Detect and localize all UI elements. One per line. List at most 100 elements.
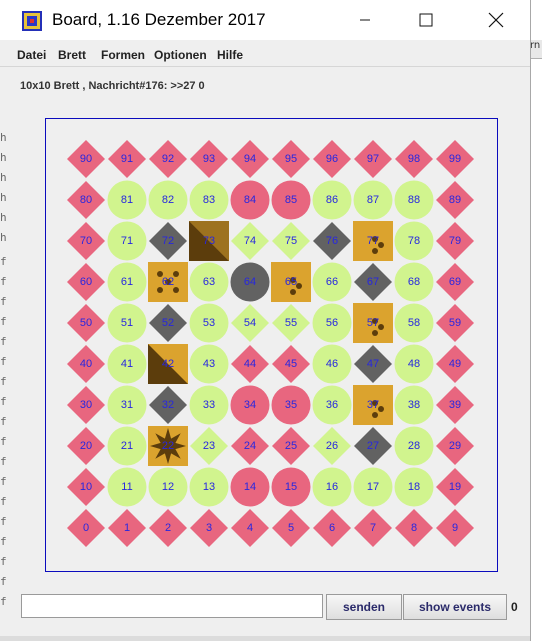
board-cell-80[interactable]: 80 xyxy=(66,180,106,220)
board-cell-69[interactable]: 69 xyxy=(435,262,475,302)
board-cell-59[interactable]: 59 xyxy=(435,303,475,343)
board-cell-62[interactable]: 62 xyxy=(148,262,188,302)
board-cell-50[interactable]: 50 xyxy=(66,303,106,343)
board-cell-86[interactable]: 86 xyxy=(312,180,352,220)
board-cell-76[interactable]: 76 xyxy=(312,221,352,261)
board-cell-45[interactable]: 45 xyxy=(271,344,311,384)
menu-hilfe[interactable]: Hilfe xyxy=(217,48,243,62)
board-cell-72[interactable]: 72 xyxy=(148,221,188,261)
board-cell-49[interactable]: 49 xyxy=(435,344,475,384)
board-cell-61[interactable]: 61 xyxy=(107,262,147,302)
board-cell-6[interactable]: 6 xyxy=(312,508,352,548)
board-cell-4[interactable]: 4 xyxy=(230,508,270,548)
board-cell-1[interactable]: 1 xyxy=(107,508,147,548)
board-cell-87[interactable]: 87 xyxy=(353,180,393,220)
board-cell-92[interactable]: 92 xyxy=(148,139,188,179)
board-cell-53[interactable]: 53 xyxy=(189,303,229,343)
board-cell-10[interactable]: 10 xyxy=(66,467,106,507)
board-cell-77[interactable]: 77 xyxy=(353,221,393,261)
board-cell-22[interactable]: 22 xyxy=(148,426,188,466)
board-cell-8[interactable]: 8 xyxy=(394,508,434,548)
close-button[interactable] xyxy=(473,0,519,40)
board-cell-25[interactable]: 25 xyxy=(271,426,311,466)
board-cell-23[interactable]: 23 xyxy=(189,426,229,466)
board-cell-39[interactable]: 39 xyxy=(435,385,475,425)
board-cell-32[interactable]: 32 xyxy=(148,385,188,425)
board-cell-9[interactable]: 9 xyxy=(435,508,475,548)
board-cell-97[interactable]: 97 xyxy=(353,139,393,179)
board-cell-51[interactable]: 51 xyxy=(107,303,147,343)
board-cell-93[interactable]: 93 xyxy=(189,139,229,179)
board-cell-43[interactable]: 43 xyxy=(189,344,229,384)
show-events-button[interactable]: show events xyxy=(403,594,507,620)
menu-datei[interactable]: Datei xyxy=(17,48,46,62)
board-cell-28[interactable]: 28 xyxy=(394,426,434,466)
menu-optionen[interactable]: Optionen xyxy=(154,48,207,62)
board-cell-38[interactable]: 38 xyxy=(394,385,434,425)
board-cell-68[interactable]: 68 xyxy=(394,262,434,302)
board-cell-70[interactable]: 70 xyxy=(66,221,106,261)
board-cell-85[interactable]: 85 xyxy=(271,180,311,220)
board-cell-98[interactable]: 98 xyxy=(394,139,434,179)
board-cell-74[interactable]: 74 xyxy=(230,221,270,261)
board-cell-29[interactable]: 29 xyxy=(435,426,475,466)
board-cell-44[interactable]: 44 xyxy=(230,344,270,384)
board-cell-48[interactable]: 48 xyxy=(394,344,434,384)
board-cell-99[interactable]: 99 xyxy=(435,139,475,179)
board-cell-26[interactable]: 26 xyxy=(312,426,352,466)
board-cell-78[interactable]: 78 xyxy=(394,221,434,261)
board-cell-63[interactable]: 63 xyxy=(189,262,229,302)
board-cell-41[interactable]: 41 xyxy=(107,344,147,384)
board-cell-21[interactable]: 21 xyxy=(107,426,147,466)
board-cell-18[interactable]: 18 xyxy=(394,467,434,507)
board-cell-16[interactable]: 16 xyxy=(312,467,352,507)
board-cell-60[interactable]: 60 xyxy=(66,262,106,302)
board-cell-40[interactable]: 40 xyxy=(66,344,106,384)
board-cell-89[interactable]: 89 xyxy=(435,180,475,220)
board-cell-3[interactable]: 3 xyxy=(189,508,229,548)
board-cell-15[interactable]: 15 xyxy=(271,467,311,507)
board-cell-90[interactable]: 90 xyxy=(66,139,106,179)
message-input[interactable] xyxy=(21,594,323,618)
board-cell-64[interactable]: 64 xyxy=(230,262,270,302)
board-cell-66[interactable]: 66 xyxy=(312,262,352,302)
board-cell-55[interactable]: 55 xyxy=(271,303,311,343)
board-cell-88[interactable]: 88 xyxy=(394,180,434,220)
menu-brett[interactable]: Brett xyxy=(58,48,86,62)
title-bar[interactable]: Board, 1.16 Dezember 2017 xyxy=(0,0,530,40)
board-cell-37[interactable]: 37 xyxy=(353,385,393,425)
game-board[interactable]: 90 91 92 93 94 95 96 97 98 99 80 81 82 83 84 85 86 87 88 89… xyxy=(46,119,497,571)
board-cell-91[interactable]: 91 xyxy=(107,139,147,179)
board-cell-82[interactable]: 82 xyxy=(148,180,188,220)
board-cell-95[interactable]: 95 xyxy=(271,139,311,179)
board-cell-30[interactable]: 30 xyxy=(66,385,106,425)
board-cell-19[interactable]: 19 xyxy=(435,467,475,507)
board-cell-27[interactable]: 27 xyxy=(353,426,393,466)
board-cell-84[interactable]: 84 xyxy=(230,180,270,220)
board-cell-5[interactable]: 5 xyxy=(271,508,311,548)
board-cell-35[interactable]: 35 xyxy=(271,385,311,425)
minimize-button[interactable] xyxy=(342,0,388,40)
board-cell-13[interactable]: 13 xyxy=(189,467,229,507)
board-cell-14[interactable]: 14 xyxy=(230,467,270,507)
board-cell-36[interactable]: 36 xyxy=(312,385,352,425)
board-cell-81[interactable]: 81 xyxy=(107,180,147,220)
send-button[interactable]: senden xyxy=(326,594,402,620)
board-cell-52[interactable]: 52 xyxy=(148,303,188,343)
board-cell-0[interactable]: 0 xyxy=(66,508,106,548)
board-cell-31[interactable]: 31 xyxy=(107,385,147,425)
board-cell-46[interactable]: 46 xyxy=(312,344,352,384)
board-cell-96[interactable]: 96 xyxy=(312,139,352,179)
board-cell-12[interactable]: 12 xyxy=(148,467,188,507)
board-cell-11[interactable]: 11 xyxy=(107,467,147,507)
board-cell-7[interactable]: 7 xyxy=(353,508,393,548)
menu-formen[interactable]: Formen xyxy=(101,48,145,62)
board-cell-56[interactable]: 56 xyxy=(312,303,352,343)
board-cell-33[interactable]: 33 xyxy=(189,385,229,425)
board-cell-54[interactable]: 54 xyxy=(230,303,270,343)
board-cell-42[interactable]: 42 xyxy=(148,344,188,384)
board-cell-94[interactable]: 94 xyxy=(230,139,270,179)
board-cell-24[interactable]: 24 xyxy=(230,426,270,466)
board-cell-34[interactable]: 34 xyxy=(230,385,270,425)
board-cell-65[interactable]: 65 xyxy=(271,262,311,302)
